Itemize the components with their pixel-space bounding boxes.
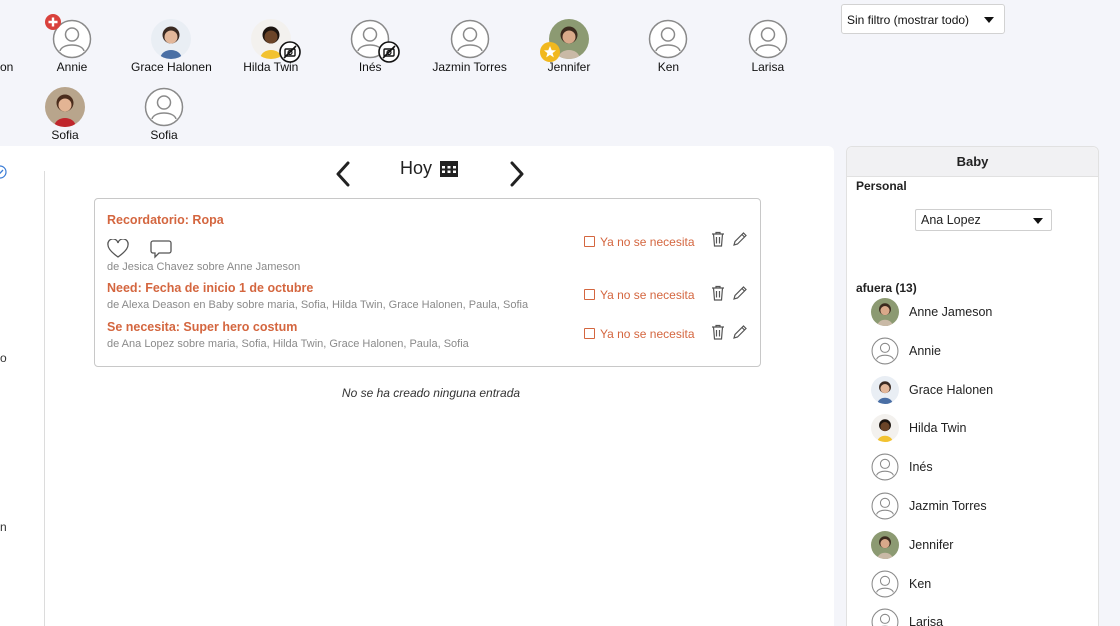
child-name[interactable]: Jennifer	[524, 60, 614, 74]
entries-card: Recordatorio: Ropa de Jesica Chavez sobr…	[94, 198, 761, 367]
avatar	[871, 530, 899, 559]
trash-icon[interactable]	[711, 324, 725, 340]
child-item[interactable]: Jazmin Torres	[425, 19, 515, 77]
avatar	[871, 570, 899, 598]
entry-title[interactable]: Se necesita: Super hero costum	[107, 320, 297, 334]
entry-meta: de Jesica Chavez sobre Anne Jameson	[107, 261, 301, 273]
child-item[interactable]: Sofia	[119, 87, 209, 145]
avatar	[871, 375, 899, 404]
staff-dropdown[interactable]: Ana Lopez	[915, 209, 1052, 231]
avatar	[871, 608, 899, 626]
comment-icon[interactable]	[150, 239, 172, 259]
avatar	[871, 453, 899, 481]
no-longer-needed-checkbox[interactable]: Ya no se necesita	[584, 288, 695, 302]
child-item[interactable]: Annie	[27, 14, 117, 77]
child-item[interactable]: Grace Halonen	[126, 19, 216, 77]
child-item[interactable]: Sofia	[20, 87, 110, 145]
child-name[interactable]: Inés	[325, 60, 415, 74]
avatar[interactable]	[144, 87, 184, 127]
empty-state-message: No se ha creado ninguna entrada	[341, 386, 521, 400]
child-item[interactable]: Ken	[623, 19, 713, 77]
avatar[interactable]	[648, 19, 688, 59]
no-longer-needed-checkbox[interactable]: Ya no se necesita	[584, 235, 695, 249]
chevron-down-icon	[1033, 218, 1043, 224]
room-panel: Baby Personal Ana Lopez afuera (13) Anne…	[846, 146, 1099, 626]
child-name: Jennifer	[909, 537, 954, 552]
entry-title[interactable]: Recordatorio: Ropa	[107, 213, 224, 227]
child-name[interactable]: Jazmin Torres	[425, 60, 515, 74]
child-name[interactable]: Hilda Twin	[226, 60, 316, 74]
clipped-child-name[interactable]: on	[0, 60, 13, 74]
avatar[interactable]	[450, 19, 490, 59]
calendar-icon[interactable]	[439, 160, 459, 178]
child-name: Larisa	[909, 615, 944, 626]
check-circle-icon[interactable]	[0, 164, 8, 180]
avatar[interactable]	[45, 87, 85, 127]
avatar[interactable]	[748, 19, 788, 59]
chevron-down-icon	[984, 17, 994, 23]
avatar	[871, 337, 899, 365]
child-name: Jazmin Torres	[909, 499, 987, 513]
staff-section-label: Personal	[856, 179, 907, 193]
entry-title[interactable]: Need: Fecha de inicio 1 de octubre	[107, 281, 313, 295]
filter-value: Sin filtro (mostrar todo)	[847, 13, 970, 27]
child-name: Inés	[909, 460, 933, 475]
heart-icon[interactable]	[107, 239, 129, 259]
edit-icon[interactable]	[732, 324, 748, 340]
child-name[interactable]: Annie	[27, 60, 117, 74]
child-name: Grace Halonen	[909, 382, 994, 397]
left-edge-text: o	[0, 351, 7, 365]
child-name[interactable]: Sofia	[119, 128, 209, 142]
child-item[interactable]: Hilda Twin	[226, 19, 316, 77]
child-name: Hilda Twin	[909, 421, 967, 436]
entry-meta: de Ana Lopez sobre maria, Sofia, Hilda T…	[107, 338, 469, 350]
child-item[interactable]: Jennifer	[524, 19, 614, 77]
child-name: Ken	[909, 576, 932, 591]
avatar	[871, 298, 899, 326]
child-name: Annie	[909, 343, 941, 358]
trash-icon[interactable]	[711, 231, 725, 247]
main-panel: o n Hoy Recordatorio: Ropa de Jesica Cha…	[0, 146, 834, 626]
entry-meta: de Alexa Deason en Baby sobre maria, Sof…	[107, 299, 529, 311]
trash-icon[interactable]	[711, 285, 725, 301]
avatar[interactable]	[151, 19, 192, 59]
add-icon[interactable]	[44, 13, 62, 31]
child-name[interactable]: Sofia	[20, 128, 110, 142]
left-edge-text: n	[0, 520, 7, 534]
avatar	[871, 492, 899, 520]
edit-icon[interactable]	[732, 231, 748, 247]
next-day-arrow-icon[interactable]	[508, 161, 526, 187]
child-name[interactable]: Grace Halonen	[126, 60, 216, 74]
child-name[interactable]: Larisa	[723, 60, 813, 74]
room-title: Baby	[847, 147, 1098, 177]
no-longer-needed-checkbox[interactable]: Ya no se necesita	[584, 327, 695, 341]
child-item[interactable]: Larisa	[723, 19, 813, 77]
child-item[interactable]: Inés	[325, 19, 415, 77]
date-label[interactable]: Hoy	[400, 158, 432, 179]
avatar	[871, 414, 899, 443]
edit-icon[interactable]	[732, 285, 748, 301]
child-name[interactable]: Ken	[623, 60, 713, 74]
filter-dropdown[interactable]: Sin filtro (mostrar todo)	[841, 4, 1005, 34]
out-section-label: afuera (13)	[856, 281, 917, 295]
previous-day-arrow-icon[interactable]	[334, 161, 352, 187]
child-name: Anne Jameson	[909, 305, 993, 319]
staff-value: Ana Lopez	[921, 213, 981, 227]
